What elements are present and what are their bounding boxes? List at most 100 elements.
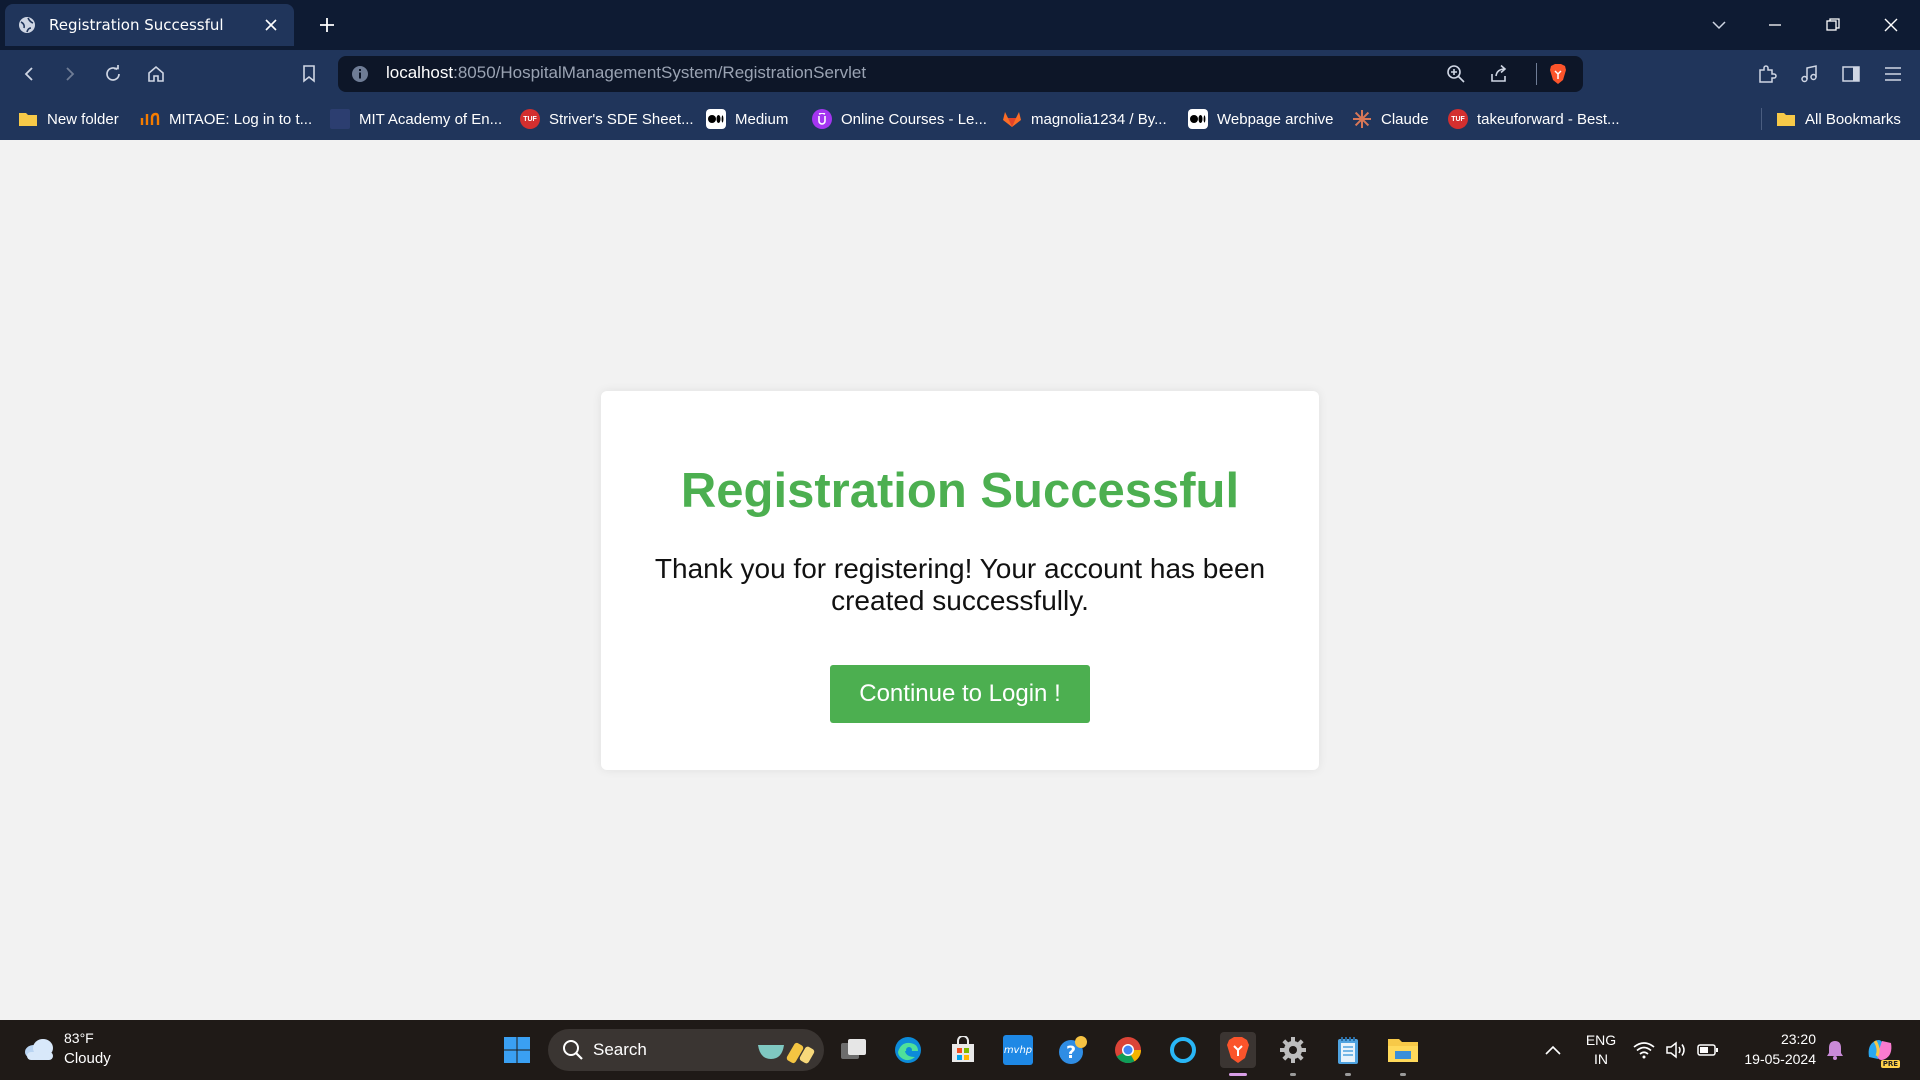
search-icon	[562, 1039, 584, 1065]
medium-icon	[706, 109, 726, 129]
file-explorer-icon[interactable]	[1385, 1032, 1421, 1076]
bookmark-icon[interactable]	[296, 61, 322, 87]
minimize-icon[interactable]	[1762, 12, 1788, 38]
all-bookmarks-label: All Bookmarks	[1805, 110, 1901, 128]
close-window-icon[interactable]	[1878, 12, 1904, 38]
volume-icon[interactable]	[1662, 1032, 1690, 1068]
active-tab[interactable]: Registration Successful	[5, 4, 294, 46]
claude-icon	[1352, 109, 1372, 129]
mit-icon	[330, 109, 350, 129]
bookmark-label: MIT Academy of En...	[359, 110, 503, 128]
url-text[interactable]: localhost:8050/HospitalManagementSystem/…	[386, 63, 866, 83]
extensions-icon[interactable]	[1754, 61, 1780, 87]
bookmark-item[interactable]: MITAOE: Log in to t...	[140, 107, 312, 131]
bookmark-item[interactable]: TUF Striver's SDE Sheet...	[520, 107, 694, 131]
settings-gear-icon[interactable]	[1275, 1032, 1311, 1076]
globe-icon	[17, 15, 37, 35]
page-title: Registration Successful	[680, 464, 1240, 518]
share-icon[interactable]	[1488, 63, 1510, 85]
bookmark-label: New folder	[47, 110, 119, 128]
success-card: Registration Successful Thank you for re…	[601, 391, 1319, 770]
bookmark-item[interactable]: New folder	[18, 107, 119, 131]
clock-time: 23:20	[1780, 1031, 1816, 1047]
wifi-icon[interactable]	[1630, 1032, 1658, 1068]
bookmark-item[interactable]: Claude	[1352, 107, 1429, 131]
weather-condition: Cloudy	[64, 1050, 111, 1067]
bookmark-item[interactable]: magnolia1234 / By...	[1002, 107, 1167, 131]
copilot-icon[interactable]: PRE	[1862, 1032, 1900, 1068]
active-app-indicator	[1229, 1073, 1247, 1076]
bookmark-item[interactable]: MIT Academy of En...	[330, 107, 502, 131]
close-tab-icon[interactable]	[260, 14, 282, 36]
bookmark-label: Online Courses - Le...	[841, 110, 987, 128]
bookmarks-divider	[1761, 108, 1762, 130]
bookmark-label: MITAOE: Log in to t...	[169, 110, 313, 128]
menu-icon[interactable]	[1880, 61, 1906, 87]
reload-icon[interactable]	[100, 61, 126, 87]
tab-title: Registration Successful	[49, 16, 224, 34]
running-indicator	[1400, 1073, 1406, 1076]
sidebar-icon[interactable]	[1838, 61, 1864, 87]
tab-search-chevron-icon[interactable]	[1706, 12, 1732, 38]
bookmark-label: Medium	[735, 110, 789, 128]
chevron-up-icon[interactable]	[1535, 1032, 1571, 1068]
bookmark-label: Striver's SDE Sheet...	[549, 110, 694, 128]
myhp-icon[interactable]: mvhp	[1000, 1032, 1036, 1068]
gitlab-icon	[1002, 109, 1022, 129]
myhp-label: mvhp	[1003, 1035, 1033, 1065]
svg-text:?: ?	[1066, 1043, 1076, 1063]
site-info-icon[interactable]	[350, 64, 370, 84]
edge-icon[interactable]	[890, 1032, 926, 1068]
page-viewport: Registration Successful Thank you for re…	[0, 140, 1920, 1020]
bookmark-item[interactable]: Online Courses - Le...	[812, 107, 987, 131]
language-label: ENG	[1585, 1032, 1617, 1048]
address-bar[interactable]: localhost:8050/HospitalManagementSystem/…	[338, 56, 1583, 92]
bookmark-item[interactable]: Webpage archive	[1188, 107, 1333, 131]
folder-icon	[18, 109, 38, 129]
restore-icon[interactable]	[1820, 12, 1846, 38]
brave-browser-icon[interactable]	[1220, 1032, 1256, 1076]
chrome-icon[interactable]	[1110, 1032, 1146, 1068]
folder-icon	[1776, 109, 1796, 129]
bookmark-label: Claude	[1381, 110, 1429, 128]
microsoft-store-icon[interactable]	[945, 1032, 981, 1068]
url-path: :8050/HospitalManagementSystem/Registrat…	[453, 63, 867, 82]
all-bookmarks-button[interactable]: All Bookmarks	[1776, 107, 1901, 131]
cloud-icon	[22, 1034, 56, 1064]
media-icon[interactable]	[1796, 61, 1822, 87]
url-host: localhost	[386, 63, 454, 82]
bookmark-label: magnolia1234 / By...	[1031, 110, 1167, 128]
battery-icon[interactable]	[1694, 1032, 1722, 1068]
continue-to-login-button[interactable]: Continue to Login !	[830, 665, 1090, 723]
tuf-icon: TUF	[520, 109, 540, 129]
notification-bell-icon[interactable]	[1820, 1032, 1850, 1068]
taskbar-search[interactable]: Search	[548, 1029, 824, 1071]
tuf-icon: TUF	[1448, 109, 1468, 129]
back-icon[interactable]	[16, 61, 42, 87]
home-icon[interactable]	[143, 61, 169, 87]
region-label: IN	[1594, 1051, 1608, 1067]
brave-shields-icon[interactable]	[1547, 63, 1569, 85]
bookmark-item[interactable]: TUF takeuforward - Best...	[1448, 107, 1620, 131]
new-tab-icon[interactable]	[314, 12, 340, 38]
bookmark-item[interactable]: Medium	[706, 107, 788, 131]
weather-temperature: 83°F	[64, 1030, 94, 1046]
windows-taskbar: 83°F Cloudy Search mvhp ? ENG IN 23:20 1…	[0, 1020, 1920, 1080]
bookmark-label: takeuforward - Best...	[1477, 110, 1620, 128]
zoom-icon[interactable]	[1445, 63, 1467, 85]
bookmark-label: Webpage archive	[1217, 110, 1334, 128]
cortana-icon[interactable]	[1165, 1032, 1201, 1068]
archive-icon	[1188, 109, 1208, 129]
success-message: Thank you for registering! Your account …	[654, 553, 1266, 616]
windows-start-icon[interactable]	[499, 1032, 535, 1068]
forward-icon[interactable]	[57, 61, 83, 87]
search-highlight-icon	[754, 1035, 818, 1069]
notepad-icon[interactable]	[1330, 1032, 1366, 1076]
preview-badge: PRE	[1880, 1060, 1900, 1068]
help-icon[interactable]: ?	[1055, 1032, 1091, 1068]
running-indicator	[1345, 1073, 1351, 1076]
bookmarks-bar: New folder MITAOE: Log in to t... MIT Ac…	[0, 98, 1920, 140]
udemy-icon	[812, 109, 832, 129]
task-view-icon[interactable]	[836, 1032, 872, 1068]
search-label: Search	[593, 1040, 647, 1059]
